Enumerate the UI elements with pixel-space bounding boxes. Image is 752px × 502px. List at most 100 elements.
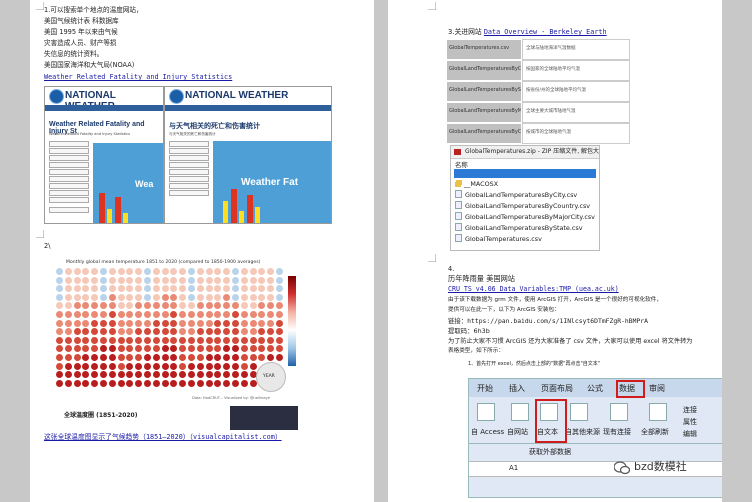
color-legend-bar [288, 276, 296, 366]
corner-mark [36, 230, 44, 238]
filter-select[interactable] [49, 162, 89, 168]
temperature-dot [108, 276, 116, 284]
zip-item[interactable]: GlobalTemperatures.csv [455, 234, 542, 243]
tab-formulas[interactable]: 公式 [587, 383, 603, 394]
zip-item[interactable]: GlobalLandTemperaturesByState.csv [455, 223, 583, 232]
temperature-dot [232, 328, 239, 336]
temperature-dot [179, 371, 187, 379]
temperature-dot [152, 371, 160, 379]
highlight-data-tab [616, 380, 645, 398]
from-access-button[interactable]: 自 Access [471, 427, 504, 437]
name-box[interactable]: A1 [509, 464, 518, 472]
refresh-all-button[interactable]: 全部刷新 [641, 427, 669, 437]
temperature-dot [117, 293, 125, 301]
temperature-dot [91, 345, 99, 353]
temperature-dot [161, 328, 169, 336]
temperature-dot [126, 268, 134, 275]
temperature-dot [232, 293, 239, 301]
filter-select[interactable] [49, 169, 89, 175]
filter-select[interactable] [169, 183, 209, 189]
temperature-dot [276, 319, 283, 327]
visual-capitalist-link[interactable]: 这张全球温度图显示了气候趋势（1851–2020）（visualcapitali… [44, 433, 282, 442]
temperature-dot [223, 302, 231, 310]
zip-item[interactable]: __MACOSX [455, 180, 498, 188]
temperature-dot [205, 285, 213, 293]
temperature-dot [108, 362, 116, 370]
tab-page-layout[interactable]: 页面布局 [541, 383, 573, 394]
table-cell-file: GlobalLandTemperaturesByState.csv [446, 81, 522, 102]
filter-select[interactable] [49, 155, 89, 161]
filter-select[interactable] [49, 183, 89, 189]
temperature-dot [196, 302, 204, 310]
filter-select[interactable] [49, 148, 89, 154]
temperature-dot [258, 336, 266, 344]
temperature-dot [232, 362, 239, 370]
temperature-dot [73, 371, 81, 379]
temperature-dot [258, 268, 266, 275]
temperature-dot [64, 362, 72, 370]
zip-item[interactable]: GlobalLandTemperaturesByMajorCity.csv [455, 212, 595, 221]
noaa-stats-link[interactable]: Weather Related Fatality and Injury Stat… [44, 73, 232, 82]
filter-select[interactable] [169, 190, 209, 196]
filter-select[interactable] [169, 148, 209, 154]
from-other-sources-button[interactable]: 自其他来源 [565, 427, 600, 437]
weather-chart-preview: Weather Fat [213, 141, 331, 223]
zip-item[interactable]: GlobalLandTemperaturesByCity.csv [455, 190, 577, 199]
filter-select[interactable] [169, 141, 209, 147]
from-web-button[interactable]: 自网站 [507, 427, 528, 437]
filter-select[interactable] [169, 169, 209, 175]
temperature-dot [73, 354, 81, 361]
temperature-dot [232, 336, 239, 344]
zip-item-selected[interactable] [454, 169, 596, 185]
filter-select[interactable] [169, 162, 209, 168]
filter-select[interactable] [49, 190, 89, 196]
table-cell-desc: 按国家的全球陆地平均气温 [522, 60, 630, 81]
temperature-dot [64, 345, 72, 353]
temperature-dot [267, 302, 275, 310]
filter-select[interactable] [49, 197, 89, 203]
column-header-name[interactable]: 名称 [455, 160, 468, 169]
edit-links-button[interactable]: 编辑 [683, 429, 697, 439]
tab-home[interactable]: 开始 [477, 383, 493, 394]
p1-line-1: 1.可以搜索单个地点的温度网站， [44, 6, 143, 14]
temperature-dot [126, 345, 134, 353]
csv-file-icon [455, 234, 462, 242]
temperature-dot [108, 371, 116, 379]
filter-select[interactable] [169, 176, 209, 182]
temperature-dot [196, 276, 204, 284]
temperature-dot [249, 302, 257, 310]
tab-insert[interactable]: 插入 [509, 383, 525, 394]
temperature-dot [170, 311, 178, 318]
filter-select[interactable] [49, 141, 89, 147]
temperature-dot [267, 336, 275, 344]
page-gutter [374, 0, 388, 502]
tab-review[interactable]: 审阅 [649, 383, 665, 394]
temperature-dot [188, 354, 195, 361]
temperature-dot [108, 268, 116, 275]
temperature-dot [232, 276, 239, 284]
temperature-dot [144, 345, 151, 353]
properties-button[interactable]: 属性 [683, 417, 697, 427]
temperature-dot [205, 336, 213, 344]
temperature-dot [196, 311, 204, 318]
cru-data-link[interactable]: CRU TS v4.06 Data Variables:TMP (uea.ac.… [448, 285, 619, 294]
existing-connections-button[interactable]: 现有连接 [603, 427, 631, 437]
temperature-dot [117, 371, 125, 379]
temperature-dot [100, 319, 107, 327]
filter-select[interactable] [49, 207, 89, 213]
temperature-dot [73, 362, 81, 370]
temperature-dot [117, 345, 125, 353]
filter-select[interactable] [169, 155, 209, 161]
temperature-dot [73, 311, 81, 318]
temperature-dot [126, 319, 134, 327]
berkeley-earth-link[interactable]: Data Overview - Berkeley Earth [484, 28, 607, 36]
temperature-dot [170, 268, 178, 275]
filter-select[interactable] [49, 176, 89, 182]
temperature-dot [100, 268, 107, 275]
temperature-dot [82, 345, 90, 353]
temperature-dot [188, 362, 195, 370]
temperature-dot [188, 285, 195, 293]
zip-item[interactable]: GlobalLandTemperaturesByCountry.csv [455, 201, 590, 210]
netdisk-link[interactable]: 链接：https://pan.baidu.com/s/1INlcsyt6DTmF… [448, 317, 648, 326]
connections-button[interactable]: 连接 [683, 405, 697, 415]
